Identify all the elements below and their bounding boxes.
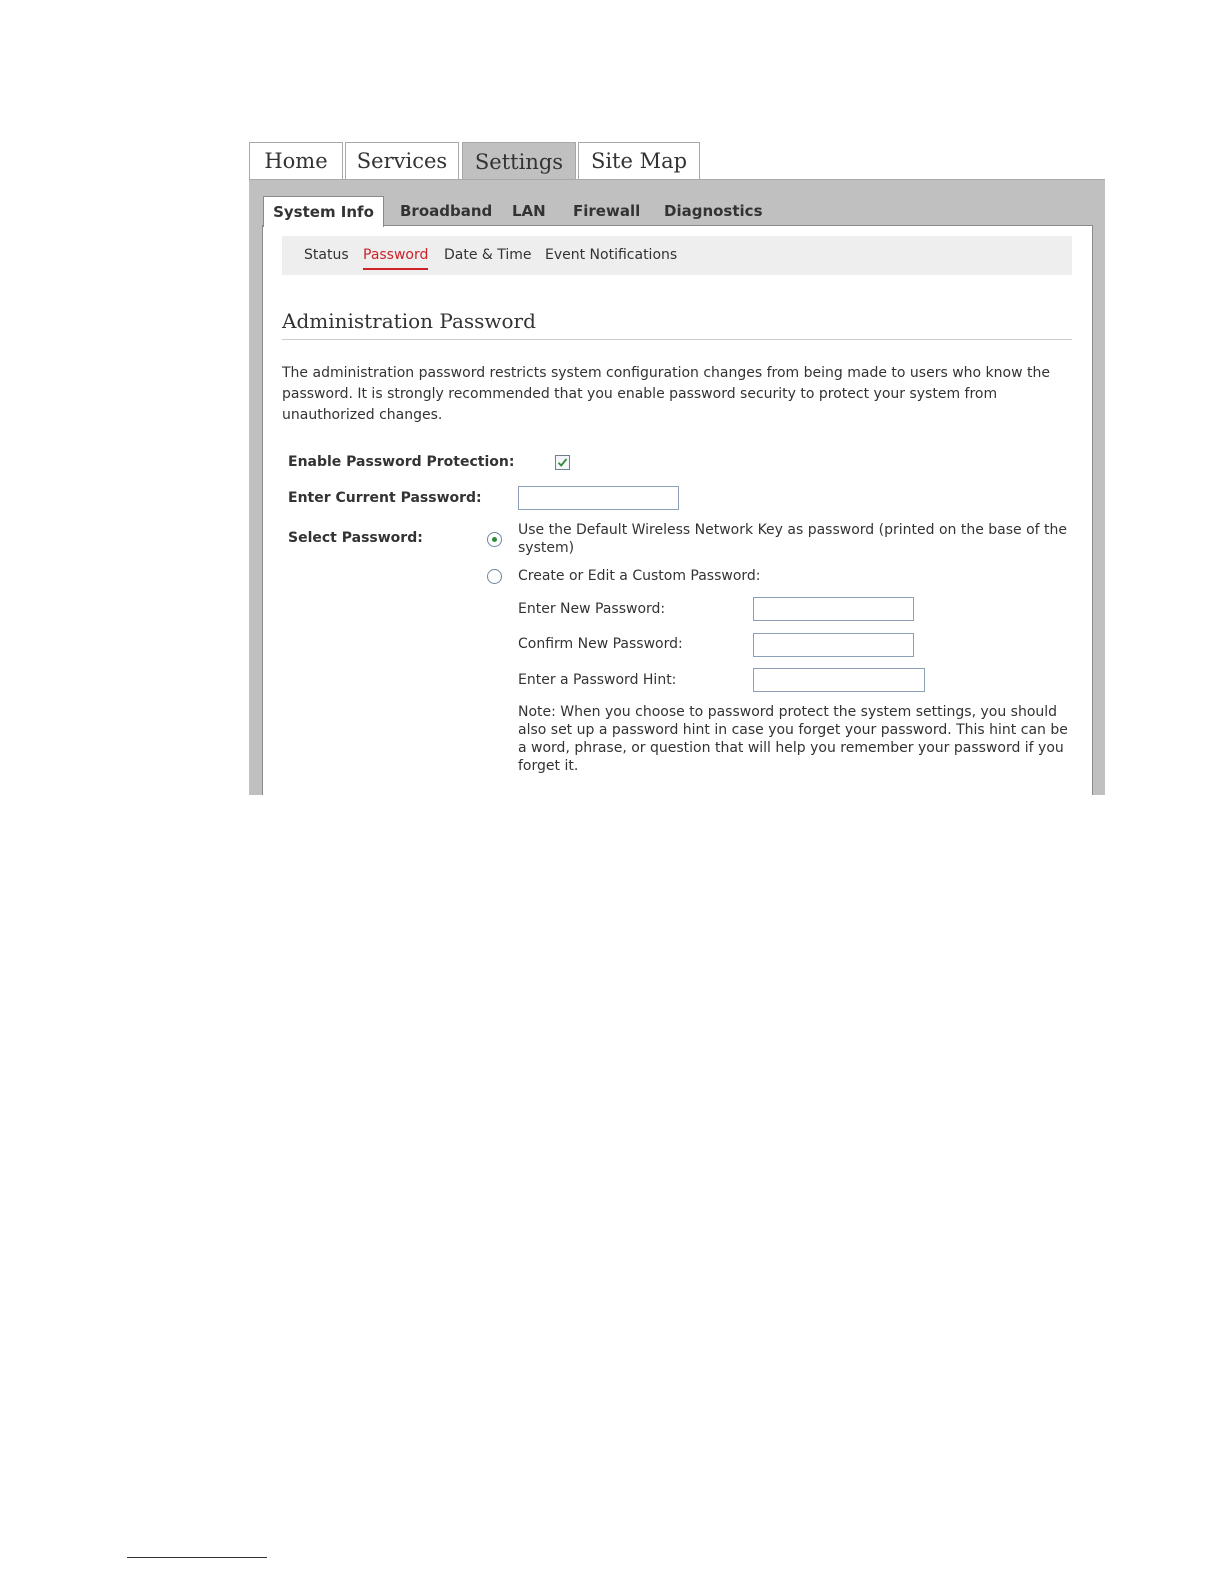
- subtab-system-info[interactable]: System Info: [263, 196, 384, 227]
- tab-settings-label: Settings: [474, 149, 564, 174]
- main-tab-bar: Home Services Settings Site Map: [249, 142, 1105, 180]
- tab-home[interactable]: Home: [249, 142, 343, 179]
- select-password-label: Select Password:: [288, 530, 423, 546]
- custom-password-radio[interactable]: [487, 569, 502, 584]
- subtab-lan[interactable]: LAN: [512, 196, 546, 226]
- tab-settings[interactable]: Settings: [462, 142, 576, 180]
- subnav-status[interactable]: Status: [304, 236, 349, 275]
- enable-protection-checkbox[interactable]: [555, 455, 570, 470]
- new-password-input[interactable]: [753, 597, 914, 621]
- subnav-password[interactable]: Password: [363, 236, 429, 275]
- password-hint-note: Note: When you choose to password protec…: [518, 704, 1068, 774]
- new-password-label: Enter New Password:: [518, 601, 666, 617]
- subnav-date-time[interactable]: Date & Time: [444, 236, 532, 275]
- subtab-diagnostics[interactable]: Diagnostics: [664, 196, 763, 226]
- intro-text: The administration password restricts sy…: [282, 365, 1050, 423]
- page-title: Administration Password: [282, 309, 536, 333]
- confirm-password-label: Confirm New Password:: [518, 636, 683, 652]
- subnav-bar: Status Password Date & Time Event Notifi…: [282, 236, 1072, 275]
- subtab-firewall-label: Firewall: [573, 202, 641, 220]
- subtab-diagnostics-label: Diagnostics: [664, 202, 763, 220]
- subtab-system-info-label: System Info: [273, 203, 374, 221]
- custom-password-option-label: Create or Edit a Custom Password:: [518, 568, 761, 584]
- enable-protection-label: Enable Password Protection:: [288, 454, 515, 470]
- subnav-event-notifications[interactable]: Event Notifications: [545, 236, 677, 275]
- tab-site-map[interactable]: Site Map: [578, 142, 700, 179]
- footnote-divider: [127, 1557, 267, 1558]
- subtab-broadband[interactable]: Broadband: [400, 196, 492, 226]
- subtab-lan-label: LAN: [512, 202, 546, 220]
- password-hint-input[interactable]: [753, 668, 925, 692]
- subtab-firewall[interactable]: Firewall: [573, 196, 640, 226]
- default-key-option-label: Use the Default Wireless Network Key as …: [518, 522, 1068, 556]
- title-divider: [282, 339, 1072, 340]
- confirm-password-input[interactable]: [753, 633, 914, 657]
- current-password-label: Enter Current Password:: [288, 490, 482, 506]
- default-key-radio[interactable]: [487, 532, 502, 547]
- current-password-input[interactable]: [518, 486, 679, 510]
- tab-services[interactable]: Services: [345, 142, 459, 179]
- tab-site-map-label: Site Map: [590, 149, 688, 173]
- tab-services-label: Services: [356, 149, 448, 173]
- subtab-broadband-label: Broadband: [400, 202, 493, 220]
- password-hint-label: Enter a Password Hint:: [518, 672, 677, 688]
- tab-home-label: Home: [264, 149, 328, 173]
- checkmark-icon: [557, 458, 568, 467]
